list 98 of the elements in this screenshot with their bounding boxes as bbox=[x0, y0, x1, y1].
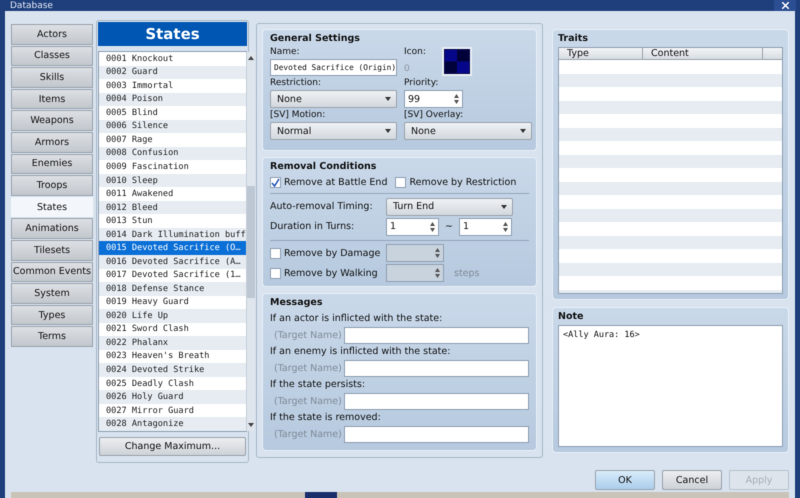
list-item[interactable]: 0012 Bleed bbox=[99, 200, 246, 214]
icon-index: 0 bbox=[404, 64, 411, 74]
list-item[interactable]: 0028 Antagonize bbox=[99, 417, 246, 431]
dialog-button[interactable]: Cancel bbox=[662, 470, 722, 490]
field-label: Restriction: bbox=[270, 78, 322, 90]
list-item[interactable]: 0015 Devoted Sacrifice (O… bbox=[99, 241, 246, 255]
overlay-dropdown[interactable]: None bbox=[404, 122, 532, 140]
field-label: Priority: bbox=[404, 78, 440, 90]
unit-label: steps bbox=[454, 268, 480, 279]
priority-spinbox[interactable]: 99 bbox=[404, 90, 463, 108]
list-item[interactable]: 0014 Dark Illumination buff bbox=[99, 228, 246, 242]
spinner-arrows-icon[interactable] bbox=[435, 268, 440, 278]
field-label: Auto-removal Timing: bbox=[270, 201, 374, 212]
category-tab[interactable]: Animations bbox=[11, 218, 93, 239]
category-tab[interactable]: Skills bbox=[11, 67, 93, 88]
message-label: If an actor is inflicted with the state: bbox=[270, 313, 444, 326]
dropdown-arrow-icon bbox=[385, 129, 391, 133]
list-item[interactable]: 0025 Deadly Clash bbox=[99, 376, 246, 390]
scroll-up-icon[interactable] bbox=[248, 56, 254, 60]
spinner-arrows-icon[interactable] bbox=[435, 248, 440, 258]
list-item[interactable]: 0026 Holy Guard bbox=[99, 390, 246, 404]
dialog-button[interactable]: OK bbox=[595, 470, 655, 490]
category-tab[interactable]: States bbox=[11, 196, 93, 218]
close-button[interactable] bbox=[774, 0, 796, 11]
message-label: If an enemy is inflicted with the state: bbox=[270, 346, 452, 359]
group-title: Traits bbox=[558, 33, 589, 44]
message-field[interactable] bbox=[344, 326, 529, 344]
list-item[interactable]: 0024 Devoted Strike bbox=[99, 363, 246, 377]
group-title: Messages bbox=[270, 297, 324, 308]
list-item[interactable]: 0020 Life Up bbox=[99, 309, 246, 323]
list-item[interactable]: 0008 Confusion bbox=[99, 146, 246, 160]
message-field[interactable] bbox=[344, 392, 529, 410]
change-maximum-button[interactable]: Change Maximum... bbox=[99, 437, 246, 456]
column-header[interactable]: Type bbox=[559, 48, 643, 59]
target-name-label: (Target Name) bbox=[273, 362, 343, 374]
list-item[interactable]: 0006 Silence bbox=[99, 120, 246, 134]
field-label: Duration in Turns: bbox=[270, 221, 356, 232]
column-header[interactable]: Content bbox=[643, 48, 763, 59]
message-field[interactable] bbox=[344, 426, 529, 442]
checkbox[interactable] bbox=[270, 268, 281, 279]
checkbox[interactable] bbox=[270, 177, 281, 188]
category-tab[interactable]: Tilesets bbox=[11, 240, 93, 261]
field-label: [SV] Motion: bbox=[270, 110, 326, 122]
dropdown-arrow-icon bbox=[501, 204, 507, 209]
category-tab[interactable]: Classes bbox=[11, 46, 93, 66]
list-item[interactable]: 0004 Poison bbox=[99, 92, 246, 106]
category-tab[interactable]: Troops bbox=[11, 175, 93, 196]
range-separator: ~ bbox=[444, 221, 454, 232]
message-label: If the state is removed: bbox=[270, 412, 382, 425]
field-label: Name: bbox=[270, 47, 301, 59]
note-field[interactable]: <Ally Aura: 16> bbox=[558, 325, 783, 447]
category-tab[interactable]: Actors bbox=[11, 24, 93, 45]
checkbox-label: Remove by Restriction bbox=[409, 177, 516, 188]
group-title: Note bbox=[558, 311, 584, 322]
scroll-down-icon[interactable] bbox=[248, 423, 254, 427]
timing-dropdown[interactable]: Turn End bbox=[386, 198, 513, 216]
window-title: Database bbox=[10, 0, 53, 10]
category-tab[interactable]: Armors bbox=[11, 132, 93, 153]
spinner-arrows-icon[interactable] bbox=[430, 222, 435, 232]
list-item[interactable]: 0016 Devoted Sacrifice (A… bbox=[99, 254, 246, 268]
checkbox[interactable] bbox=[270, 248, 281, 259]
group-title: General Settings bbox=[270, 33, 361, 44]
field-label: [SV] Overlay: bbox=[404, 110, 464, 122]
icon-preview[interactable] bbox=[442, 47, 472, 76]
category-tab[interactable]: Common Events bbox=[11, 262, 93, 282]
spinner-arrows-icon[interactable] bbox=[503, 222, 508, 232]
target-name-label: (Target Name) bbox=[273, 396, 343, 406]
list-item[interactable]: 0022 Phalanx bbox=[99, 336, 246, 350]
duration-max-spinbox[interactable]: 1 bbox=[459, 218, 512, 236]
checkbox-label: Remove by Damage bbox=[284, 248, 380, 259]
list-item[interactable]: 0002 Guard bbox=[99, 66, 246, 80]
scroll-thumb[interactable] bbox=[246, 186, 255, 298]
list-item[interactable]: 0027 Mirror Guard bbox=[99, 404, 246, 418]
message-label: If the state persists: bbox=[270, 379, 366, 392]
duration-min-spinbox[interactable]: 1 bbox=[386, 218, 439, 236]
close-icon bbox=[782, 2, 788, 9]
field-label: Icon: bbox=[404, 47, 427, 59]
restriction-dropdown[interactable]: None bbox=[270, 90, 397, 108]
category-tab[interactable]: Terms bbox=[11, 326, 93, 347]
spinner-arrows-icon[interactable] bbox=[454, 94, 459, 104]
category-tab[interactable]: Weapons bbox=[11, 110, 93, 131]
list-title: States bbox=[98, 22, 247, 46]
category-tab[interactable]: Enemies bbox=[11, 154, 93, 174]
target-name-label: (Target Name) bbox=[273, 330, 343, 340]
list-item[interactable]: 0010 Sleep bbox=[99, 174, 246, 188]
category-tab[interactable]: Types bbox=[11, 304, 93, 326]
category-tab[interactable]: System bbox=[11, 283, 93, 304]
dropdown-arrow-icon bbox=[385, 97, 391, 101]
category-tab[interactable]: Items bbox=[11, 88, 93, 110]
checkbox[interactable] bbox=[395, 177, 406, 188]
message-field[interactable] bbox=[344, 360, 529, 376]
target-name-label: (Target Name) bbox=[273, 428, 343, 440]
checkbox-label: Remove by Walking bbox=[284, 268, 378, 279]
dropdown-arrow-icon bbox=[520, 129, 526, 133]
group-title: Removal Conditions bbox=[270, 161, 378, 172]
list-item[interactable]: 0018 Defense Stance bbox=[99, 282, 246, 296]
motion-dropdown[interactable]: Normal bbox=[270, 122, 397, 140]
checkbox-label: Remove at Battle End bbox=[284, 177, 388, 188]
